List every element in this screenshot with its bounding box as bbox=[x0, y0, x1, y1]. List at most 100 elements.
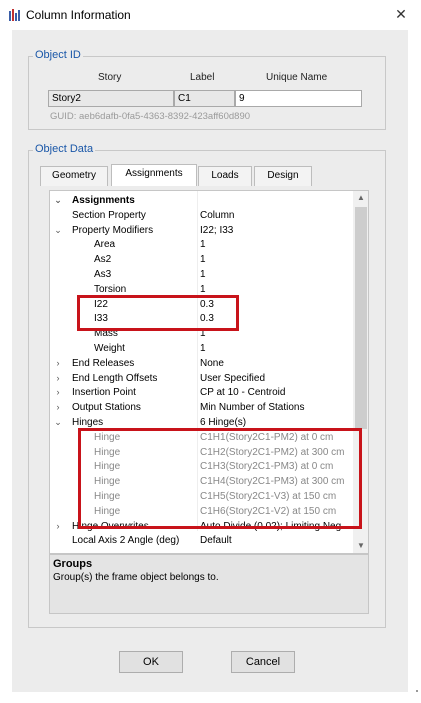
property-name: Hinge bbox=[94, 491, 121, 502]
chevron-down-icon[interactable]: ⌄ bbox=[53, 223, 63, 238]
property-row[interactable]: I22 0.3 bbox=[50, 297, 353, 312]
guid-text: GUID: aeb6dafb-0fa5-4363-8392-423aff60d8… bbox=[50, 111, 251, 122]
property-row[interactable]: › Output Stations Min Number of Stations bbox=[50, 400, 353, 415]
unique-name-field[interactable]: 9 bbox=[235, 90, 362, 107]
property-value[interactable]: 1 bbox=[200, 341, 353, 356]
chevron-right-icon[interactable]: › bbox=[53, 519, 63, 534]
property-value[interactable]: C1H3(Story2C1-PM3) at 0 cm bbox=[200, 459, 353, 474]
property-name: As2 bbox=[94, 254, 112, 266]
property-value[interactable]: C1H5(Story2C1-V3) at 150 cm bbox=[200, 489, 353, 504]
property-name: Property Modifiers bbox=[72, 224, 154, 236]
tab-loads[interactable]: Loads bbox=[198, 166, 252, 186]
property-name: Section Property bbox=[72, 209, 146, 221]
property-value[interactable]: CP at 10 - Centroid bbox=[200, 385, 353, 400]
property-value[interactable]: 1 bbox=[200, 252, 353, 267]
tab-assignments[interactable]: Assignments bbox=[111, 164, 197, 186]
property-row[interactable]: Area 1 bbox=[50, 237, 353, 252]
scroll-up-icon[interactable]: ▲ bbox=[353, 191, 368, 205]
property-row[interactable]: › End Length Offsets User Specified bbox=[50, 371, 353, 386]
property-value[interactable]: Auto Divide (0.02); Limiting Neg bbox=[200, 519, 353, 534]
property-value[interactable]: User Specified bbox=[200, 371, 353, 386]
scroll-thumb[interactable] bbox=[355, 207, 367, 429]
property-name: Area bbox=[94, 239, 116, 251]
property-name: I33 bbox=[94, 313, 108, 325]
property-row[interactable]: ⌄ Assignments bbox=[50, 193, 353, 208]
property-name: End Length Offsets bbox=[72, 372, 158, 384]
property-value[interactable]: 6 Hinge(s) bbox=[200, 415, 353, 430]
property-value[interactable]: C1H6(Story2C1-V2) at 150 cm bbox=[200, 504, 353, 519]
object-data-title: Object Data bbox=[33, 143, 96, 155]
property-value[interactable]: Column bbox=[200, 208, 353, 223]
property-name: Assignments bbox=[72, 195, 135, 206]
property-value[interactable]: C1H2(Story2C1-PM2) at 300 cm bbox=[200, 445, 353, 460]
scroll-down-icon[interactable]: ▼ bbox=[353, 539, 368, 553]
property-name: Torsion bbox=[94, 283, 127, 295]
property-row[interactable]: As2 1 bbox=[50, 252, 353, 267]
ok-button[interactable]: OK bbox=[119, 651, 183, 673]
property-name: Output Stations bbox=[72, 402, 141, 414]
property-name: Hinge bbox=[94, 505, 121, 517]
property-name: Hinge Overwrites bbox=[72, 520, 149, 532]
property-name: Hinge bbox=[94, 476, 121, 488]
property-name: Insertion Point bbox=[72, 387, 136, 399]
chevron-right-icon[interactable]: › bbox=[53, 385, 63, 400]
property-name: Hinge bbox=[94, 461, 121, 473]
label-field: C1 bbox=[174, 90, 235, 107]
property-row[interactable]: I33 0.3 bbox=[50, 311, 353, 326]
property-row[interactable]: Hinge C1H2(Story2C1-PM2) at 300 cm bbox=[50, 445, 353, 460]
tab-geometry[interactable]: Geometry bbox=[40, 166, 108, 186]
property-value[interactable]: 1 bbox=[200, 282, 353, 297]
property-row[interactable]: › Hinge Overwrites Auto Divide (0.02); Lim… bbox=[50, 519, 353, 534]
property-value[interactable]: 0.3 bbox=[200, 311, 353, 326]
property-row[interactable]: Hinge C1H1(Story2C1-PM2) at 0 cm bbox=[50, 430, 353, 445]
property-row[interactable]: Hinge C1H6(Story2C1-V2) at 150 cm bbox=[50, 504, 353, 519]
label-header: Label bbox=[190, 72, 215, 83]
description-text: Group(s) the frame object belongs to. bbox=[53, 572, 219, 583]
property-name: Hinge bbox=[94, 446, 121, 458]
property-row[interactable]: Mass 1 bbox=[50, 326, 353, 341]
property-row[interactable]: Hinge C1H5(Story2C1-V3) at 150 cm bbox=[50, 489, 353, 504]
description-pane: Groups Group(s) the frame object belongs… bbox=[49, 554, 369, 614]
property-value[interactable]: 1 bbox=[200, 237, 353, 252]
property-row[interactable]: › Insertion Point CP at 10 - Centroid bbox=[50, 385, 353, 400]
property-value[interactable]: 0.3 bbox=[200, 297, 353, 312]
property-grid[interactable]: ⌄ Assignments Section Property Column ⌄ Prope… bbox=[49, 190, 369, 554]
chevron-right-icon[interactable]: › bbox=[53, 356, 63, 371]
chevron-right-icon[interactable]: › bbox=[53, 371, 63, 386]
vertical-scrollbar[interactable]: ▲ ▼ bbox=[353, 191, 368, 553]
property-value[interactable]: 1 bbox=[200, 326, 353, 341]
property-value[interactable]: 1 bbox=[200, 267, 353, 282]
close-icon[interactable]: ✕ bbox=[393, 6, 409, 22]
title-bar: Column Information ✕ bbox=[0, 0, 421, 30]
property-row[interactable]: Hinge C1H4(Story2C1-PM3) at 300 cm bbox=[50, 474, 353, 489]
property-row[interactable]: As3 1 bbox=[50, 267, 353, 282]
property-name: As3 bbox=[94, 269, 112, 280]
chevron-right-icon[interactable]: › bbox=[53, 400, 63, 415]
chevron-down-icon[interactable]: ⌄ bbox=[53, 193, 63, 208]
property-value[interactable]: Default bbox=[200, 533, 353, 548]
property-row[interactable]: Torsion 1 bbox=[50, 282, 353, 297]
chevron-down-icon[interactable]: ⌄ bbox=[53, 415, 63, 430]
property-name: Hinge bbox=[94, 431, 121, 443]
property-value[interactable]: I22; I33 bbox=[200, 223, 353, 238]
property-value[interactable]: C1H4(Story2C1-PM3) at 300 cm bbox=[200, 474, 353, 489]
tab-design[interactable]: Design bbox=[254, 166, 312, 186]
property-row[interactable]: ⌄ Property Modifiers I22; I33 bbox=[50, 223, 353, 238]
cancel-button[interactable]: Cancel bbox=[231, 651, 295, 673]
property-value[interactable]: None bbox=[200, 356, 353, 371]
etabs-app-icon bbox=[9, 9, 21, 21]
object-id-title: Object ID bbox=[33, 49, 83, 61]
property-row[interactable]: Section Property Column bbox=[50, 208, 353, 223]
property-row[interactable]: › End Releases None bbox=[50, 356, 353, 371]
property-row[interactable]: Local Axis 2 Angle (deg) Default bbox=[50, 533, 353, 548]
property-row[interactable]: Hinge C1H3(Story2C1-PM3) at 0 cm bbox=[50, 459, 353, 474]
property-value[interactable]: Min Number of Stations bbox=[200, 400, 353, 415]
property-row[interactable]: Weight 1 bbox=[50, 341, 353, 356]
property-name: Weight bbox=[94, 343, 125, 354]
story-header: Story bbox=[98, 72, 122, 83]
property-name: End Releases bbox=[72, 357, 135, 369]
property-row[interactable]: ⌄ Hinges 6 Hinge(s) bbox=[50, 415, 353, 430]
property-name: I22 bbox=[94, 298, 108, 310]
property-value[interactable]: C1H1(Story2C1-PM2) at 0 cm bbox=[200, 430, 353, 445]
property-name: Local Axis 2 Angle (deg) bbox=[72, 535, 180, 547]
